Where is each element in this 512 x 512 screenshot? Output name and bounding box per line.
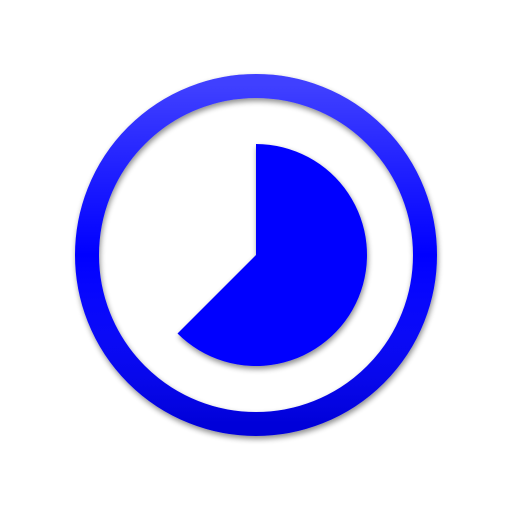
- icon-canvas: [0, 0, 512, 512]
- progress-wedge: [177, 144, 367, 366]
- timer-progress-icon: [75, 74, 437, 436]
